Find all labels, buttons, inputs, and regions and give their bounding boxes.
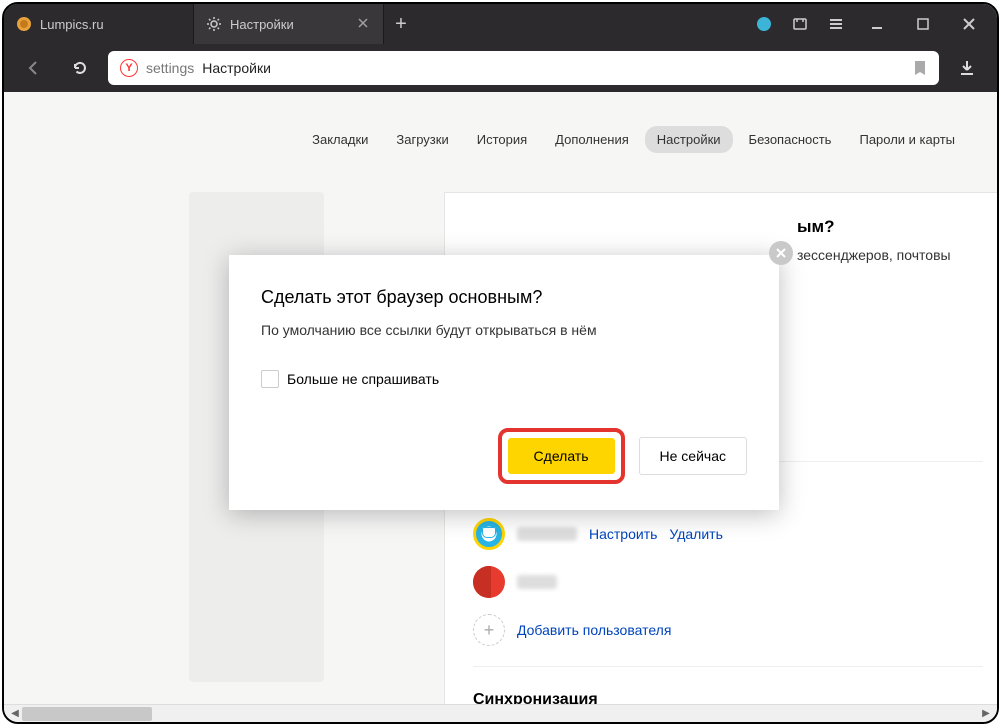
scrollbar-thumb[interactable]: [22, 707, 152, 721]
nav-passwords[interactable]: Пароли и карты: [847, 126, 967, 153]
extensions-icon[interactable]: [791, 15, 809, 33]
gear-icon: [206, 16, 222, 32]
dont-ask-label: Больше не спрашивать: [287, 371, 439, 387]
downloads-button[interactable]: [949, 50, 985, 86]
delete-user-link[interactable]: Удалить: [669, 526, 722, 542]
plus-icon: +: [473, 614, 505, 646]
nav-settings[interactable]: Настройки: [645, 126, 733, 153]
close-window-button[interactable]: [955, 10, 983, 38]
back-button[interactable]: [16, 50, 52, 86]
sync-heading: Синхронизация: [473, 691, 997, 704]
not-now-button[interactable]: Не сейчас: [639, 437, 747, 475]
configure-user-link[interactable]: Настроить: [589, 526, 657, 542]
horizontal-scrollbar[interactable]: ◀ ▶: [4, 704, 997, 722]
titlebar-right: [741, 4, 997, 44]
profile-icon[interactable]: [755, 15, 773, 33]
minimize-button[interactable]: [863, 10, 891, 38]
make-default-button[interactable]: Сделать: [508, 438, 615, 474]
tab-label: Настройки: [230, 17, 349, 32]
avatar: [473, 566, 505, 598]
menu-icon[interactable]: [827, 15, 845, 33]
modal-close-button[interactable]: [769, 241, 793, 265]
tab-label: Lumpics.ru: [40, 17, 181, 32]
nav-addons[interactable]: Дополнения: [543, 126, 641, 153]
user-row-2: [473, 566, 997, 598]
address-bar[interactable]: Y settings Настройки: [108, 51, 939, 85]
maximize-button[interactable]: [909, 10, 937, 38]
scroll-left-arrow[interactable]: ◀: [6, 705, 24, 723]
new-tab-button[interactable]: +: [384, 4, 418, 44]
highlight-ring: Сделать: [498, 428, 625, 484]
user-name-redacted: [517, 527, 577, 541]
add-user-row[interactable]: + Добавить пользователя: [473, 614, 997, 646]
avatar: [473, 518, 505, 550]
titlebar: Lumpics.ru Настройки +: [4, 4, 997, 44]
reload-button[interactable]: [62, 50, 98, 86]
address-segment-2: Настройки: [202, 60, 271, 76]
default-browser-heading-peek: ым?: [473, 217, 997, 237]
modal-title: Сделать этот браузер основным?: [261, 287, 747, 308]
nav-security[interactable]: Безопасность: [737, 126, 844, 153]
page-content: Закладки Загрузки История Дополнения Нас…: [4, 92, 997, 704]
bookmark-icon[interactable]: [913, 60, 927, 76]
settings-nav: Закладки Загрузки История Дополнения Нас…: [300, 126, 967, 153]
nav-history[interactable]: История: [465, 126, 539, 153]
user-row-1: Настроить Удалить: [473, 518, 997, 550]
user-name-redacted: [517, 575, 557, 589]
add-user-link[interactable]: Добавить пользователя: [517, 622, 671, 638]
modal-description: По умолчанию все ссылки будут открыватьс…: [261, 322, 747, 338]
tab-lumpics[interactable]: Lumpics.ru: [4, 4, 194, 44]
tab-settings[interactable]: Настройки: [194, 4, 384, 44]
yandex-icon: Y: [120, 59, 138, 77]
favicon-lumpics: [16, 16, 32, 32]
nav-bookmarks[interactable]: Закладки: [300, 126, 380, 153]
toolbar: Y settings Настройки: [4, 44, 997, 92]
dont-ask-checkbox[interactable]: [261, 370, 279, 388]
close-icon[interactable]: [357, 17, 371, 31]
scroll-right-arrow[interactable]: ▶: [977, 705, 995, 723]
dont-ask-row[interactable]: Больше не спрашивать: [261, 370, 747, 388]
default-browser-modal: Сделать этот браузер основным? По умолча…: [229, 255, 779, 510]
address-segment-1: settings: [146, 60, 194, 76]
nav-downloads[interactable]: Загрузки: [384, 126, 460, 153]
